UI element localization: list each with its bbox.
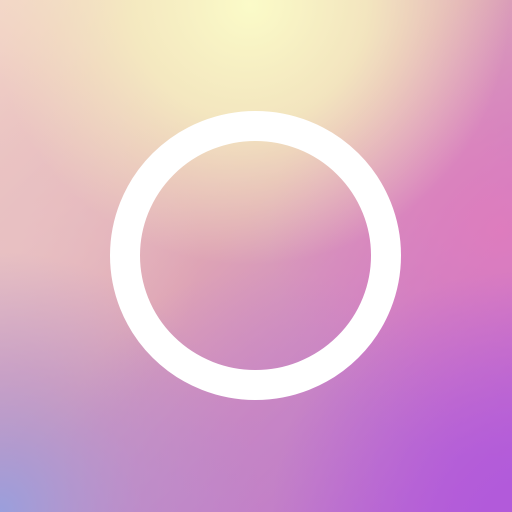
ring-icon: [110, 111, 401, 400]
app-icon: [0, 0, 512, 512]
